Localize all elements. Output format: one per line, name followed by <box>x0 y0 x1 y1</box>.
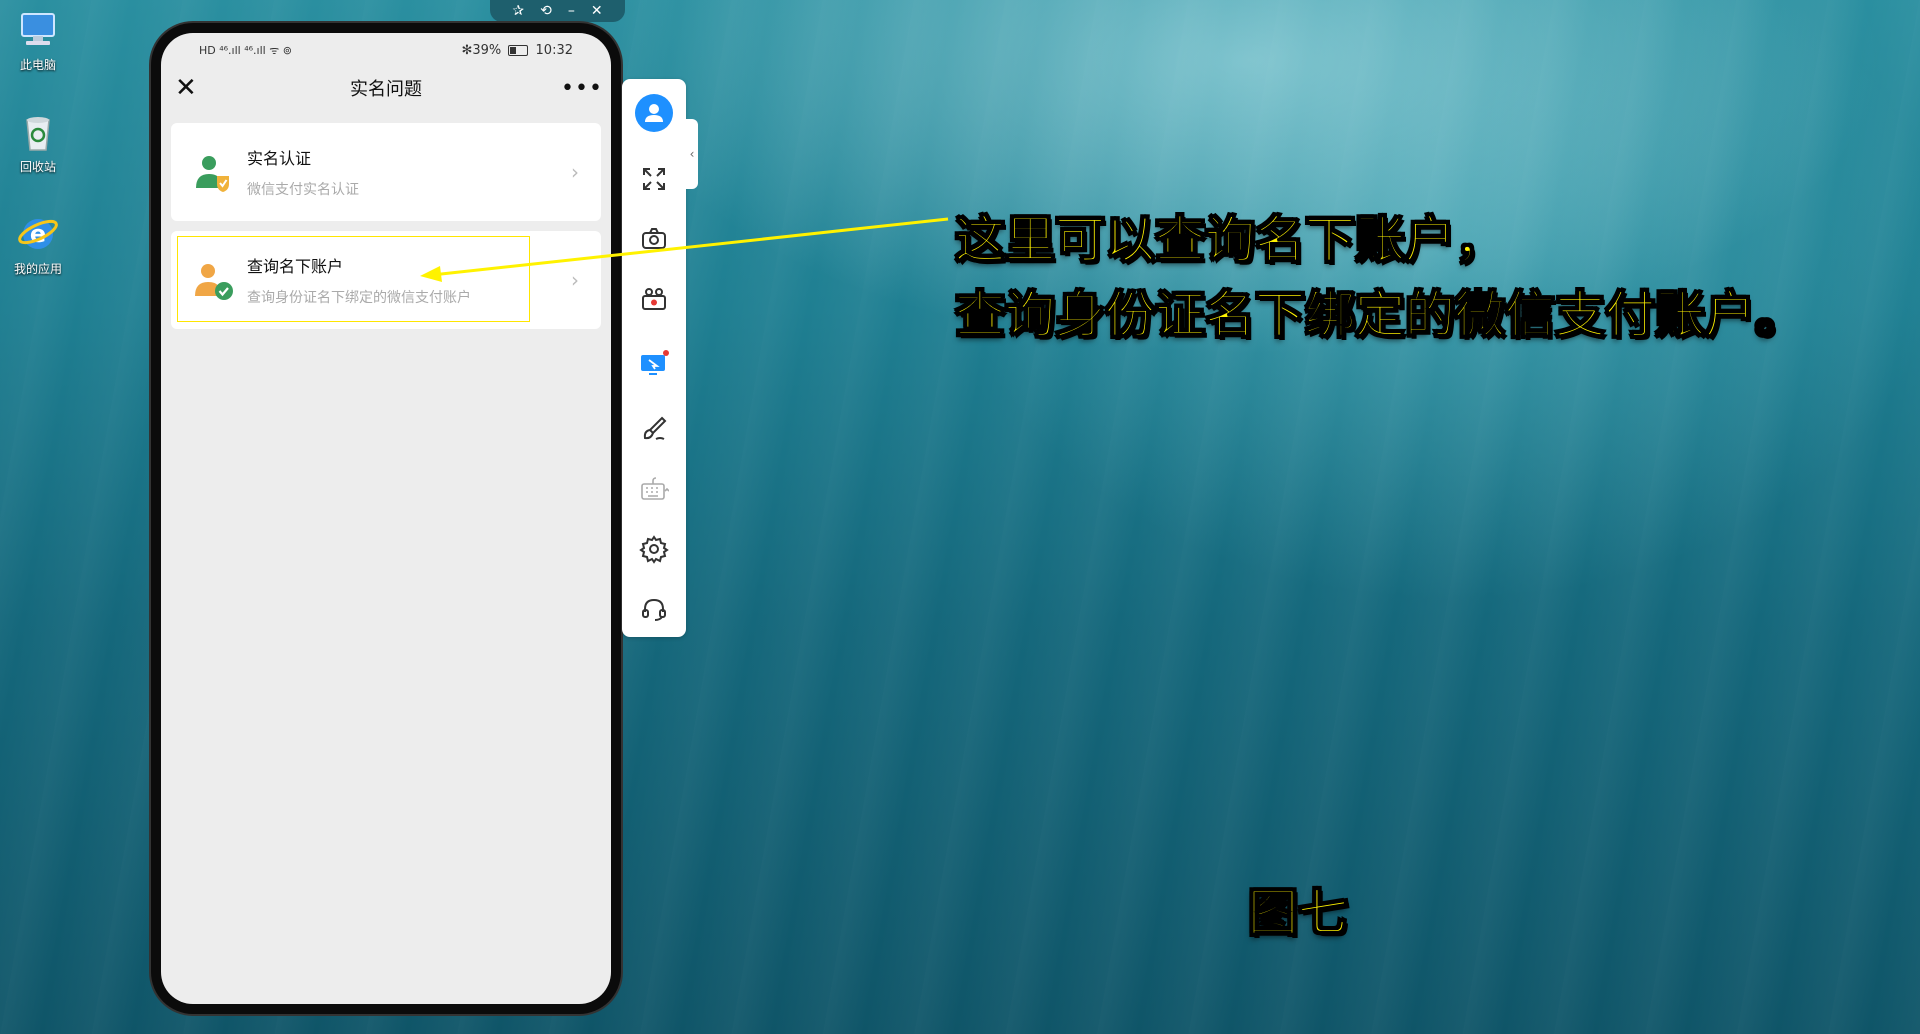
status-time: 10:32 <box>535 42 573 58</box>
avatar-icon <box>635 94 673 132</box>
signal-indicators: HD ⁴⁶.ıll ⁴⁶.ıll ᯤ ⊚ <box>199 43 292 57</box>
pin-button[interactable]: ✰ <box>512 3 524 19</box>
camera-icon <box>642 228 666 249</box>
mirror-window-titlebar: ✰ ⟲ – ✕ <box>490 0 625 22</box>
ie-browser-icon: e <box>16 212 60 256</box>
desktop-icon-label: 回收站 <box>19 160 56 174</box>
headset-icon <box>642 598 666 621</box>
close-icon[interactable]: ✕ <box>175 73 211 103</box>
screenshot-button[interactable] <box>622 219 686 259</box>
phone-frame: HD ⁴⁶.ıll ⁴⁶.ıll ᯤ ⊚ ✻39% 10:32 ✕ 实名问题 •… <box>151 23 621 1014</box>
settings-icon <box>639 535 669 564</box>
figure-label: 图七 <box>1247 883 1349 943</box>
more-icon[interactable]: ••• <box>561 76 602 101</box>
brush-icon <box>643 416 667 440</box>
desktop-icon-label: 我的应用 <box>13 262 62 276</box>
list-item-real-name-verify[interactable]: 实名认证 微信支付实名认证 › <box>171 123 601 221</box>
record-button[interactable] <box>622 279 686 319</box>
close-window-button[interactable]: ✕ <box>591 3 603 19</box>
screen-cast-icon <box>641 350 669 375</box>
caption-line-1: 这里可以查询名下账户， <box>954 210 1506 270</box>
minimize-button[interactable]: – <box>568 3 575 19</box>
avatar-button[interactable] <box>622 93 686 133</box>
desktop-icon-my-apps[interactable]: e 我的应用 <box>8 212 68 277</box>
item-title: 查询名下账户 <box>247 257 344 276</box>
list-item-query-accounts[interactable]: 查询名下账户 查询身份证名下绑定的微信支付账户 › <box>171 231 601 329</box>
item-subtitle: 查询身份证名下绑定的微信支付账户 <box>247 290 471 306</box>
desktop-icon-label: 此电脑 <box>19 58 56 72</box>
settings-button[interactable] <box>622 529 686 569</box>
recycle-bin-icon <box>16 110 60 154</box>
chevron-right-icon: › <box>571 160 579 184</box>
phone-screen: HD ⁴⁶.ıll ⁴⁶.ıll ᯤ ⊚ ✻39% 10:32 ✕ 实名问题 •… <box>161 33 611 1004</box>
fullscreen-icon <box>643 168 665 190</box>
brush-button[interactable] <box>622 409 686 449</box>
item-subtitle: 微信支付实名认证 <box>247 182 359 198</box>
verified-user-icon <box>191 150 235 194</box>
record-icon <box>642 288 666 310</box>
restore-button[interactable]: ⟲ <box>540 3 552 19</box>
battery-text: ✻39% <box>461 42 502 58</box>
screen-cast-button[interactable] <box>622 345 686 385</box>
keyboard-icon <box>641 477 669 500</box>
mirror-toolbar: ‹ <box>622 79 698 637</box>
computer-icon <box>16 8 60 52</box>
item-title: 实名认证 <box>247 149 312 168</box>
nav-bar: ✕ 实名问题 ••• <box>161 63 611 113</box>
keyboard-button[interactable] <box>622 469 686 509</box>
desktop-icon-computer[interactable]: 此电脑 <box>8 8 68 73</box>
battery-icon <box>508 44 529 56</box>
desktop-icon-recycle-bin[interactable]: 回收站 <box>8 110 68 175</box>
status-bar: HD ⁴⁶.ıll ⁴⁶.ıll ᯤ ⊚ ✻39% 10:32 <box>161 33 611 63</box>
caption-line-2: 查询身份证名下绑定的微信支付账户。 <box>954 285 1806 345</box>
support-button[interactable] <box>622 589 686 629</box>
page-title: 实名问题 <box>350 79 422 100</box>
fullscreen-button[interactable] <box>622 159 686 199</box>
account-check-icon <box>191 258 235 302</box>
collapse-toolbar-button[interactable]: ‹ <box>686 119 698 189</box>
chevron-right-icon: › <box>571 268 579 292</box>
status-right: ✻39% 10:32 <box>461 43 573 58</box>
